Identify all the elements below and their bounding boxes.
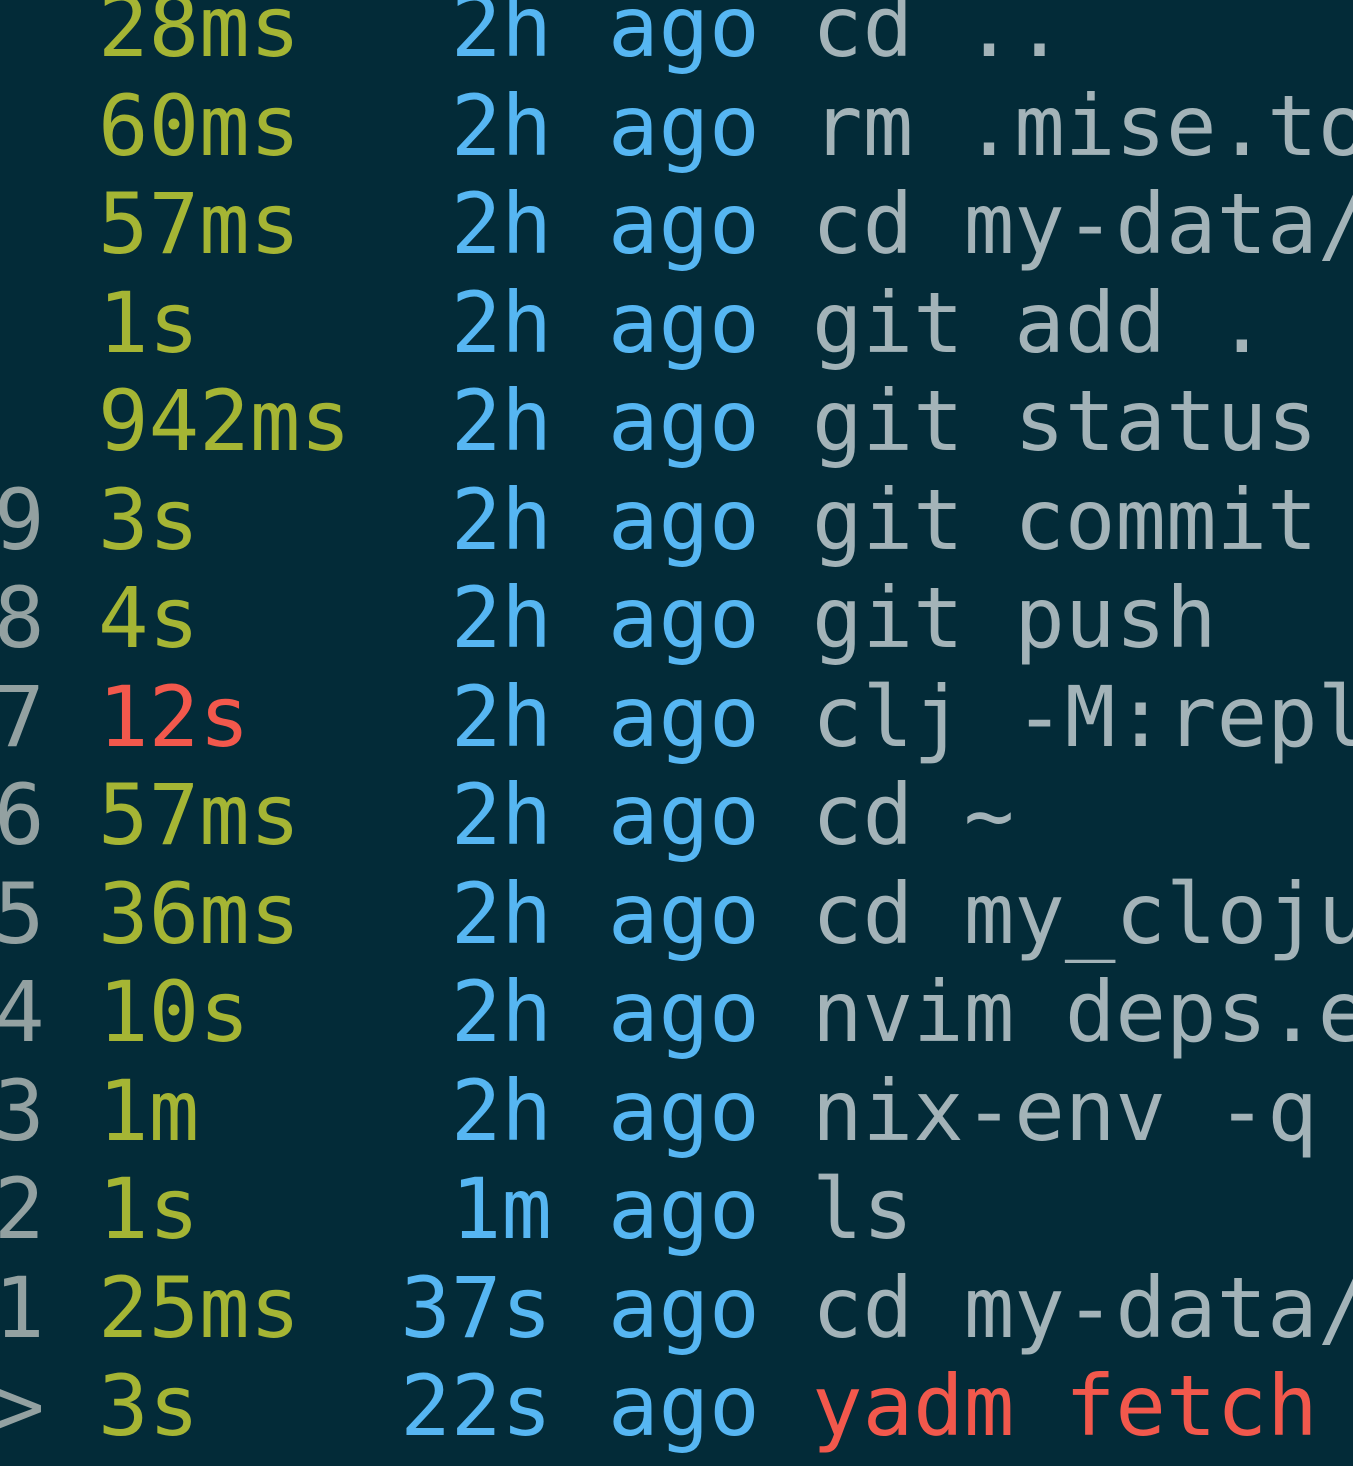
history-row[interactable]: 942ms 2h ago git status [0, 372, 1318, 471]
row-index: 3 [0, 1061, 45, 1160]
history-row[interactable]: 2 1s 1m ago ls [0, 1160, 913, 1259]
row-command: nvim deps.e [812, 963, 1353, 1061]
row-index: 7 [0, 667, 45, 766]
row-duration: 28ms [98, 0, 301, 76]
row-ago: ago [608, 1258, 760, 1357]
row-command: git push [812, 569, 1217, 667]
row-time: 37s [400, 1258, 552, 1357]
row-time: 2h [450, 963, 552, 1061]
row-duration: 10s [98, 963, 250, 1061]
row-index: 5 [0, 864, 45, 963]
history-row[interactable]: 3 1m 2h ago nix-env -q [0, 1061, 1318, 1161]
row-duration: 60ms [98, 76, 301, 175]
row-time: 2h [450, 0, 552, 76]
row-command: git add . [812, 273, 1268, 372]
row-command: cd ~ [812, 766, 1015, 864]
row-index: 2 [0, 1160, 45, 1258]
row-ago: ago [608, 569, 760, 667]
row-index: 9 [0, 470, 45, 569]
row-ago: ago [608, 1160, 760, 1258]
row-duration: 4s [98, 569, 200, 667]
history-row[interactable]: 60ms 2h ago rm .mise.to [0, 77, 1353, 176]
history-row[interactable]: 28ms 2h ago cd .. [0, 0, 1065, 77]
row-duration: 25ms [98, 1258, 301, 1357]
row-time: 2h [450, 76, 552, 175]
row-index: 8 [0, 569, 45, 667]
history-row[interactable]: 4 10s 2h ago nvim deps.e [0, 963, 1353, 1062]
history-row[interactable]: 1s 2h ago git add . [0, 273, 1267, 373]
row-command: cd my-data/ [812, 175, 1353, 273]
row-command-selected: yadm fetch [812, 1357, 1318, 1455]
row-command: git commit [812, 470, 1318, 569]
row-ago: ago [608, 1357, 760, 1455]
selection-cursor: > [0, 1357, 45, 1455]
row-command: git status [812, 372, 1318, 470]
row-duration-slow: 12s [98, 667, 250, 766]
row-ago: ago [608, 470, 760, 569]
row-duration: 1s [98, 273, 200, 372]
row-ago: ago [608, 864, 760, 963]
row-command: cd .. [812, 0, 1065, 76]
row-ago: ago [608, 372, 760, 470]
history-row[interactable]: 9 3s 2h ago git commit [0, 470, 1318, 570]
row-duration: 3s [98, 1357, 200, 1455]
row-duration: 57ms [98, 175, 301, 273]
row-ago: ago [608, 963, 760, 1061]
history-row[interactable]: 8 4s 2h ago git push [0, 569, 1217, 668]
row-command: ls [812, 1160, 914, 1258]
row-ago: ago [608, 667, 760, 766]
row-ago: ago [608, 175, 760, 273]
row-time: 2h [450, 372, 552, 470]
row-index: 6 [0, 766, 45, 864]
row-command: cd my_cloju [812, 864, 1353, 963]
row-ago: ago [608, 273, 760, 372]
row-duration: 57ms [98, 766, 301, 864]
row-ago: ago [608, 1061, 760, 1160]
row-time: 2h [450, 1061, 552, 1160]
row-duration: 3s [98, 470, 200, 569]
row-time: 2h [450, 175, 552, 273]
row-ago: ago [608, 0, 760, 76]
row-command: cd my-data/ [812, 1258, 1353, 1357]
row-time: 2h [450, 470, 552, 569]
history-row[interactable]: 6 57ms 2h ago cd ~ [0, 766, 1014, 865]
row-index: 4 [0, 963, 45, 1061]
row-duration: 942ms [98, 372, 351, 470]
row-time: 2h [450, 273, 552, 372]
row-time: 22s [400, 1357, 552, 1455]
history-row-selected[interactable]: > 3s 22s ago yadm fetch [0, 1357, 1318, 1456]
row-ago: ago [608, 76, 760, 175]
row-time: 1m [450, 1160, 552, 1258]
row-command: clj -M:repl [812, 667, 1353, 766]
row-time: 2h [450, 667, 552, 766]
row-time: 2h [450, 569, 552, 667]
history-row[interactable]: 1 25ms 37s ago cd my-data/ [0, 1258, 1353, 1358]
row-command: nix-env -q [812, 1061, 1318, 1160]
history-row[interactable]: 57ms 2h ago cd my-data/ [0, 175, 1353, 274]
row-duration: 1m [98, 1061, 200, 1160]
row-duration: 1s [98, 1160, 200, 1258]
history-search-terminal: 28ms 2h ago cd .. 60ms 2h ago rm .mise.t… [0, 0, 1353, 1466]
history-row[interactable]: 5 36ms 2h ago cd my_cloju [0, 864, 1353, 964]
row-time: 2h [450, 864, 552, 963]
row-time: 2h [450, 766, 552, 864]
row-ago: ago [608, 766, 760, 864]
history-row[interactable]: 7 12s 2h ago clj -M:repl [0, 667, 1353, 767]
row-duration: 36ms [98, 864, 301, 963]
row-command: rm .mise.to [812, 76, 1353, 175]
row-index: 1 [0, 1258, 45, 1357]
